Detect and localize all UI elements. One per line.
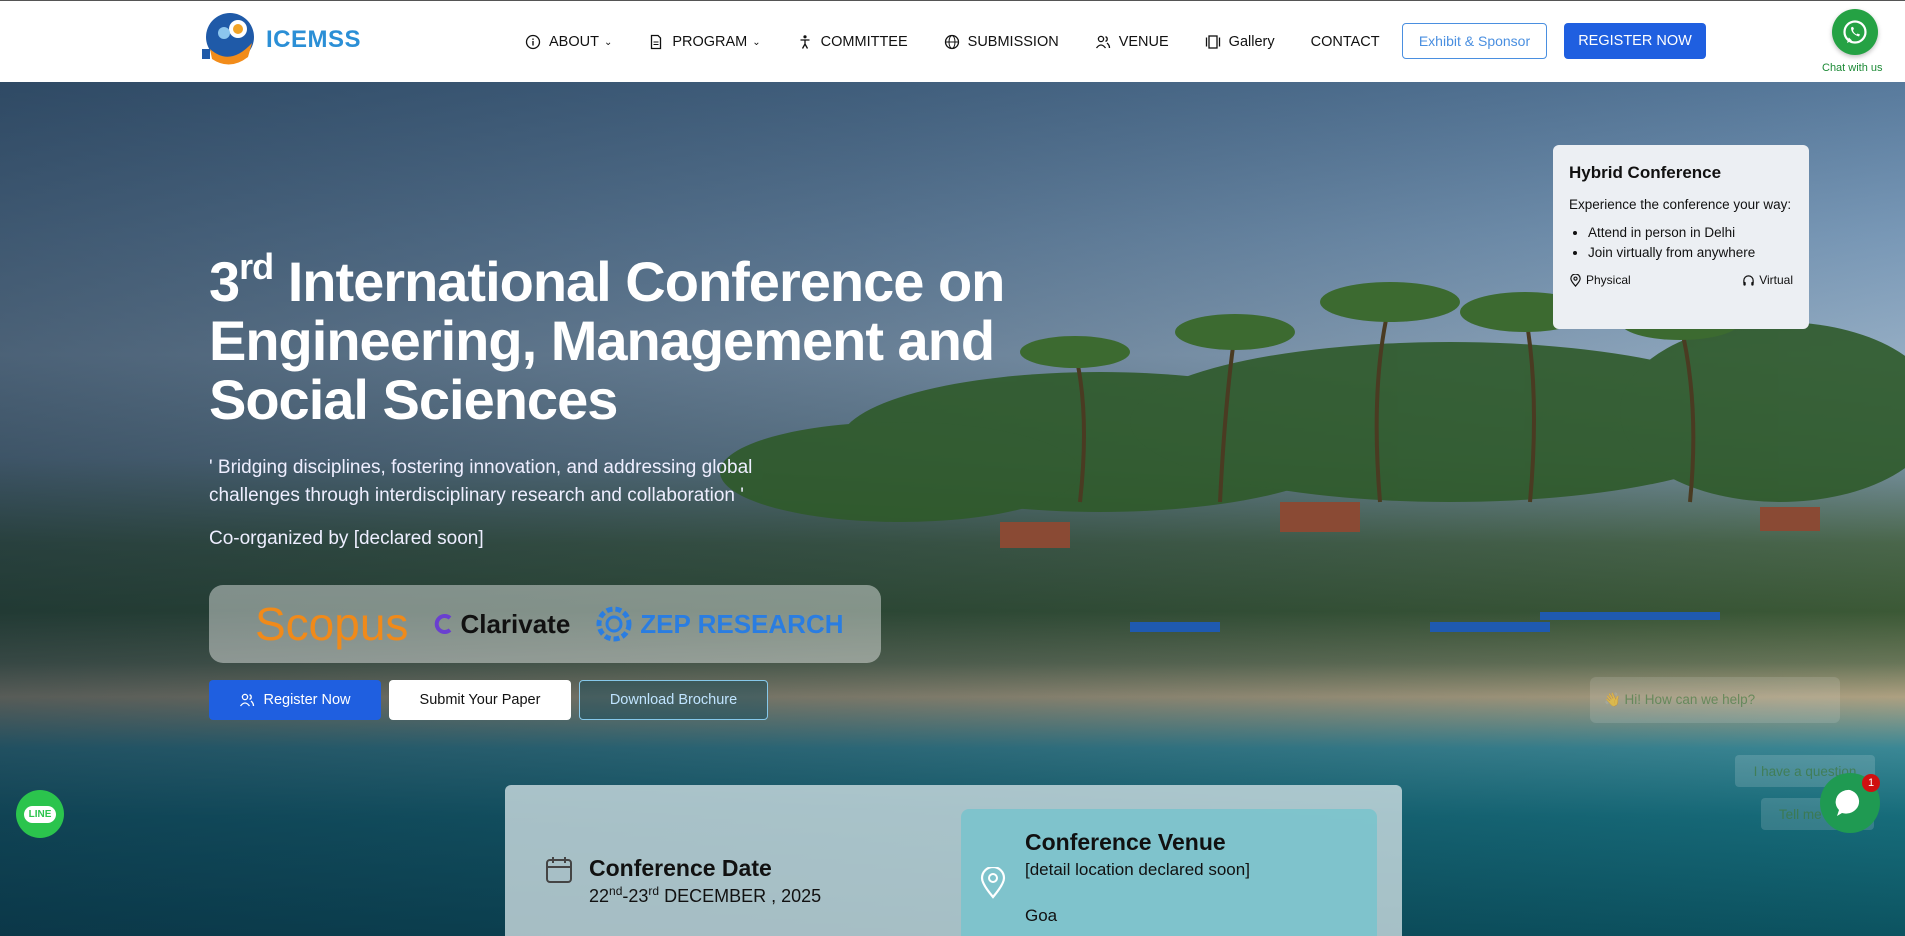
globe-icon <box>944 34 959 50</box>
info-icon <box>525 34 541 50</box>
person-icon <box>800 35 810 49</box>
hybrid-modes: Physical Virtual <box>1569 273 1793 287</box>
conference-venue-block: Conference Venue [detail location declar… <box>961 809 1377 936</box>
chevron-down-icon: ⌄ <box>603 36 613 48</box>
hybrid-bullet-virtual: Join virtually from anywhere <box>1588 243 1793 263</box>
physical-mode: Physical <box>1569 273 1631 287</box>
scopus-logo: Scopus <box>255 598 409 650</box>
title-rest: International Conference on Engineering,… <box>209 250 1005 431</box>
whatsapp-label: Chat with us <box>1822 62 1883 74</box>
coorganized-text: Co-organized by [declared soon] <box>209 528 484 549</box>
register-now-button[interactable]: REGISTER NOW <box>1564 23 1706 59</box>
nav-gallery-label: Gallery <box>1228 34 1275 50</box>
calendar-icon <box>546 857 572 883</box>
hero-section: 3rd International Conference on Engineer… <box>0 82 1905 936</box>
exhibit-sponsor-button[interactable]: Exhibit & Sponsor <box>1402 23 1547 59</box>
nav-venue[interactable]: VENUE <box>1095 34 1169 50</box>
headphones-icon <box>1743 274 1754 286</box>
zep-text: ZEP RESEARCH <box>640 608 844 639</box>
nav-program[interactable]: PROGRAM ⌄ <box>648 34 761 50</box>
hybrid-conference-card: Hybrid Conference Experience the confere… <box>1553 145 1809 329</box>
partners-strip: Scopus Clarivate ZEP RESEARCH <box>209 585 881 663</box>
virtual-label: Virtual <box>1759 273 1793 287</box>
document-icon <box>651 34 662 50</box>
virtual-mode: Virtual <box>1742 273 1793 287</box>
line-icon: LINE <box>23 805 57 823</box>
conference-tagline: ' Bridging disciplines, fostering innova… <box>209 457 753 506</box>
users-icon <box>240 693 255 707</box>
conference-date-block: Conference Date 22nd-23rd DECEMBER , 202… <box>545 855 821 907</box>
date-rest: DECEMBER , 2025 <box>659 886 822 906</box>
conference-date-title: Conference Date <box>589 855 772 881</box>
clarivate-logo: Clarivate <box>432 609 570 640</box>
nav-committee-label: COMMITTEE <box>820 34 908 50</box>
hybrid-bullet-inperson: Attend in person in Delhi <box>1588 223 1793 243</box>
nav-contact[interactable]: CONTACT <box>1311 34 1380 50</box>
hero-buttons: Register Now Submit Your Paper Download … <box>209 680 768 720</box>
clarivate-mark-icon <box>435 614 452 634</box>
location-pin-icon <box>980 867 1006 899</box>
top-navbar: ICEMSS ABOUT ⌄ PROGRAM ⌄ COMMITTEE SUBMI… <box>0 0 1905 82</box>
chat-bubble-icon <box>1835 789 1860 816</box>
nav-submission[interactable]: SUBMISSION <box>944 34 1059 50</box>
nav-about[interactable]: ABOUT ⌄ <box>525 34 612 50</box>
zep-gear-icon <box>596 606 632 642</box>
hybrid-title: Hybrid Conference <box>1569 163 1722 182</box>
hero-register-label: Register Now <box>263 692 351 708</box>
conference-title: 3rd International Conference on Engineer… <box>209 249 1029 431</box>
nav-program-label: PROGRAM <box>672 34 748 50</box>
title-ordinal: 3 <box>209 250 240 313</box>
hero-register-button[interactable]: Register Now <box>209 680 381 720</box>
line-chat-button[interactable]: LINE <box>16 790 64 838</box>
venue-city: Goa <box>1025 906 1058 925</box>
chatbot-greeting[interactable]: 👋 Hi! How can we help? <box>1590 677 1840 723</box>
date-day1: 22 <box>589 886 610 906</box>
whatsapp-icon <box>1843 20 1867 44</box>
brand-name: ICEMSS <box>266 26 362 53</box>
nav-contact-label: CONTACT <box>1310 34 1380 50</box>
download-brochure-button[interactable]: Download Brochure <box>579 680 768 720</box>
date-day2: -23 <box>622 886 649 906</box>
submit-paper-button[interactable]: Submit Your Paper <box>389 680 571 720</box>
nav-submission-label: SUBMISSION <box>967 34 1059 50</box>
nav-links: ABOUT ⌄ PROGRAM ⌄ COMMITTEE SUBMISSION V… <box>525 1 1416 83</box>
chevron-down-icon: ⌄ <box>752 36 761 48</box>
date-sup2: rd <box>648 884 660 898</box>
hybrid-list: Attend in person in Delhi Join virtually… <box>1569 223 1793 263</box>
nav-committee[interactable]: COMMITTEE <box>797 34 908 50</box>
date-sup1: nd <box>609 884 623 898</box>
conference-date-value: 22nd-23rd DECEMBER , 2025 <box>589 884 821 907</box>
nav-about-label: ABOUT <box>549 34 599 50</box>
whatsapp-button[interactable] <box>1832 9 1878 55</box>
nav-gallery[interactable]: Gallery <box>1205 34 1275 50</box>
gallery-icon <box>1205 35 1220 49</box>
venue-detail: [detail location declared soon] <box>1025 860 1250 879</box>
users-icon <box>1095 35 1110 49</box>
logo-gear-icon <box>200 9 260 71</box>
location-pin-icon <box>1570 273 1581 287</box>
title-suffix: rd <box>239 246 274 287</box>
conference-venue-title: Conference Venue <box>1025 829 1226 855</box>
conference-info-card: Conference Date 22nd-23rd DECEMBER , 202… <box>505 785 1402 936</box>
nav-venue-label: VENUE <box>1118 34 1169 50</box>
zep-research-logo: ZEP RESEARCH <box>594 604 844 644</box>
logo[interactable]: ICEMSS <box>200 9 361 71</box>
hybrid-description: Experience the conference your way: <box>1569 197 1792 212</box>
notification-badge: 1 <box>1862 774 1880 792</box>
clarivate-text: Clarivate <box>460 608 571 639</box>
physical-label: Physical <box>1586 273 1631 287</box>
